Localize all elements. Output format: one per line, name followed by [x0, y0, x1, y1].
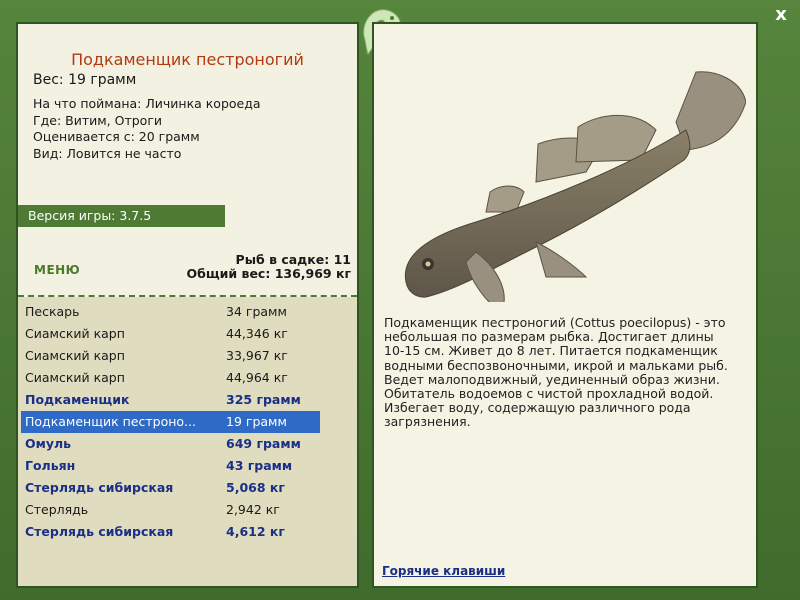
fish-title: Подкаменщик пестроногий: [71, 50, 304, 69]
catch-fish-name: Подкаменщик: [25, 392, 130, 407]
catch-fish-weight: 34 грамм: [226, 304, 287, 319]
catch-fish-name: Омуль: [25, 436, 72, 451]
total-weight: Общий вес: 136,969 кг: [186, 266, 352, 281]
menu-button[interactable]: МЕНЮ: [34, 263, 80, 277]
catch-fish-weight: 5,068 кг: [226, 480, 285, 495]
fish-image: [404, 71, 746, 302]
close-button[interactable]: x: [770, 4, 792, 26]
catch-list-row[interactable]: Пескарь 34 грамм: [21, 301, 320, 323]
catch-list-row[interactable]: Стерлядь 2,942 кг: [21, 499, 320, 521]
catch-list-row[interactable]: Сиамский карп 44,964 кг: [21, 367, 320, 389]
catch-fish-name: Подкаменщик пестроно...: [25, 414, 196, 429]
fish-details: На что поймана: Личинка короеда Где: Вит…: [33, 96, 261, 162]
catch-fish-weight: 44,964 кг: [226, 370, 288, 385]
catch-fish-name: Гольян: [25, 458, 76, 473]
catch-fish-weight: 325 грамм: [226, 392, 301, 407]
catch-list-row[interactable]: Омуль 649 грамм: [21, 433, 320, 455]
catch-list-row[interactable]: Гольян 43 грамм: [21, 455, 320, 477]
catch-list-row[interactable]: Сиамский карп 33,967 кг: [21, 345, 320, 367]
catch-list: Пескарь 34 грамм Сиамский карп 44,346 кг Сиа…: [18, 297, 357, 586]
location-label: Где: Витим, Отроги: [33, 112, 163, 128]
fish-count: Рыб в садке: 11: [235, 252, 351, 267]
catch-fish-weight: 44,346 кг: [226, 326, 288, 341]
hotkeys-link[interactable]: Горячие клавиши: [382, 564, 505, 578]
catch-fish-weight: 2,942 кг: [226, 502, 280, 517]
catch-fish-name: Стерлядь: [25, 502, 89, 517]
catch-list-row[interactable]: Сиамский карп 44,346 кг: [21, 323, 320, 345]
catch-fish-name: Стерлядь сибирская: [25, 480, 174, 495]
catch-fish-weight: 43 грамм: [226, 458, 293, 473]
catch-list-row[interactable]: Стерлядь сибирская 5,068 кг: [21, 477, 320, 499]
catch-fish-name: Сиамский карп: [25, 326, 125, 341]
catch-fish-name: Сиамский карп: [25, 348, 125, 363]
game-version-bar: Версия игры: 3.7.5: [18, 205, 225, 227]
fish-weight: Вес: 19 грамм: [33, 72, 137, 88]
caught-on-label: На что поймана: Личинка короеда: [33, 96, 261, 111]
catch-list-row[interactable]: Подкаменщик пестроно... 19 грамм: [21, 411, 320, 433]
catch-fish-weight: 19 грамм: [226, 414, 287, 429]
catch-fish-name: Пескарь: [25, 304, 80, 319]
catch-list-row[interactable]: Стерлядь сибирская 4,612 кг: [21, 521, 320, 543]
catch-fish-weight: 4,612 кг: [226, 524, 285, 539]
catch-fish-name: Стерлядь сибирская: [25, 524, 174, 539]
valued-from-label: Оценивается с: 20 грамм: [33, 129, 200, 144]
keepnet-stats: Рыб в садке: 11 Общий вес: 136,969 кг: [187, 253, 352, 281]
fish-description: Подкаменщик пестроногий (Cottus poecilop…: [384, 315, 728, 430]
catch-list-row[interactable]: Подкаменщик 325 грамм: [21, 389, 320, 411]
catch-fish-name: Сиамский карп: [25, 370, 125, 385]
kind-label: Вид: Ловится не часто: [33, 145, 182, 161]
catch-fish-weight: 33,967 кг: [226, 348, 288, 363]
catch-fish-weight: 649 грамм: [226, 436, 301, 451]
fish-picture-panel: Подкаменщик пестроногий (Cottus poecilop…: [372, 22, 758, 588]
fish-info-panel: Подкаменщик пестроногий Вес: 19 грамм На…: [16, 22, 359, 588]
